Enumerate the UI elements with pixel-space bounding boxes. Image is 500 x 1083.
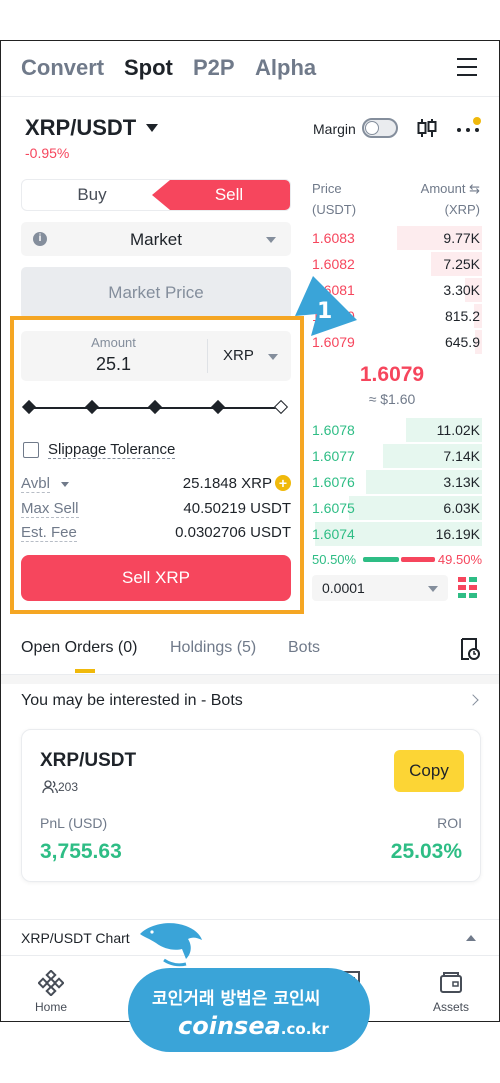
pnl-value: 3,755.63 — [40, 840, 122, 863]
nav-assets[interactable]: Assets — [421, 970, 481, 1014]
users-icon — [42, 780, 58, 794]
buy-sell-ratio: 50.50% 49.50% — [312, 551, 482, 567]
bid-amount: 16.19K — [435, 526, 480, 542]
step-callout-arrow: 1 — [295, 276, 357, 336]
bid-amount: 6.03K — [443, 500, 480, 516]
market-price-field: Market Price — [21, 267, 291, 319]
bid-amount: 7.14K — [443, 448, 480, 464]
pnl-label: PnL (USD) — [40, 815, 108, 831]
ask-amount: 7.25K — [443, 256, 480, 272]
active-tab-indicator — [75, 669, 95, 673]
amount-header[interactable]: Amount ⇆ — [421, 181, 480, 197]
bid-price: 1.6077 — [312, 448, 355, 464]
bid-row[interactable]: 1.6075 6.03K — [312, 495, 482, 521]
orders-tabs: Open Orders (0) Holdings (5) Bots — [1, 629, 499, 675]
nav-home[interactable]: Home — [21, 970, 81, 1014]
caret-down-icon — [266, 237, 276, 243]
chart-label: XRP/USDT Chart — [21, 930, 130, 946]
notification-badge — [473, 117, 481, 125]
bid-row[interactable]: 1.6077 7.14K — [312, 443, 482, 469]
depth-step-select[interactable]: 0.0001 — [312, 575, 448, 601]
tab-spot[interactable]: Spot — [124, 55, 173, 81]
buy-ratio: 50.50% — [312, 552, 357, 567]
bid-amount: 11.02K — [436, 422, 480, 438]
ask-amount: 3.30K — [443, 282, 480, 298]
last-price-usd: ≈ $1.60 — [368, 391, 416, 407]
ask-price: 1.6083 — [312, 230, 355, 246]
buy-tab[interactable]: Buy — [22, 180, 162, 210]
watermark-line2: coinsea.co.kr — [178, 1012, 329, 1040]
price-header: Price — [312, 181, 342, 196]
ask-row[interactable]: 1.6083 9.77K — [312, 225, 482, 251]
chevron-right-icon[interactable] — [467, 694, 479, 706]
tab-p2p[interactable]: P2P — [193, 55, 235, 81]
roi-label: ROI — [437, 815, 462, 831]
highlight-box — [10, 316, 304, 614]
margin-label: Margin — [313, 121, 356, 137]
sell-tab[interactable]: Sell — [152, 180, 290, 210]
margin-toggle[interactable] — [362, 118, 398, 138]
section-separator — [1, 675, 499, 684]
wallet-icon — [440, 972, 462, 993]
price-change: -0.95% — [25, 145, 70, 161]
home-icon — [38, 970, 64, 996]
bid-price: 1.6076 — [312, 474, 355, 490]
caret-down-icon[interactable] — [146, 124, 158, 132]
ask-price: 1.6082 — [312, 256, 355, 272]
tab-bots[interactable]: Bots — [288, 639, 320, 657]
buy-ratio-bar — [363, 557, 399, 562]
order-type-select[interactable]: i Market — [21, 222, 291, 256]
tab-open-orders[interactable]: Open Orders (0) — [21, 639, 137, 657]
bid-row[interactable]: 1.6078 11.02K — [312, 417, 482, 443]
more-options-icon[interactable] — [457, 117, 483, 141]
order-type-value: Market — [130, 230, 182, 249]
toggle-knob — [365, 121, 379, 135]
dolphin-logo-icon — [140, 923, 202, 967]
pair-title[interactable]: XRP/USDT — [25, 115, 136, 141]
app-frame: Convert Spot P2P Alpha XRP/USDT -0.95% M… — [0, 40, 500, 1022]
amount-unit: (XRP) — [444, 202, 480, 217]
candlestick-icon[interactable] — [416, 117, 438, 139]
top-nav: Convert Spot P2P Alpha — [1, 41, 499, 97]
chart-toggle-bar[interactable]: XRP/USDT Chart — [1, 919, 499, 955]
roi-value: 25.03% — [390, 840, 462, 863]
users-count: 203 — [58, 780, 79, 794]
bid-amount: 3.13K — [443, 474, 480, 490]
bid-price: 1.6075 — [312, 500, 355, 516]
tab-convert[interactable]: Convert — [21, 55, 104, 81]
hamburger-menu-icon[interactable] — [457, 58, 477, 76]
ask-amount: 645.9 — [444, 334, 480, 350]
nav-label-home: Home — [34, 1000, 67, 1014]
buy-sell-switch: Buy Sell — [21, 179, 291, 211]
caret-down-icon — [428, 586, 438, 592]
orderbook-layout-icon[interactable] — [458, 577, 478, 599]
bid-price: 1.6078 — [312, 422, 355, 438]
bot-card[interactable]: XRP/USDT 203 Copy PnL (USD) 3,755.63 ROI… — [21, 729, 481, 882]
depth-step-value: 0.0001 — [322, 580, 365, 596]
order-history-icon[interactable] — [458, 637, 480, 661]
watermark-line1: 코인거래 방법은 코인씨 — [152, 989, 321, 1009]
caret-up-icon[interactable] — [466, 935, 476, 941]
ask-amount: 815.2 — [444, 308, 480, 324]
last-price[interactable]: 1.6079 — [312, 363, 472, 387]
sell-ratio: 49.50% — [437, 552, 482, 567]
copy-button[interactable]: Copy — [394, 750, 464, 792]
sell-ratio-bar — [401, 557, 435, 562]
nav-label-assets: Assets — [432, 1000, 469, 1014]
tab-alpha[interactable]: Alpha — [255, 55, 316, 81]
interest-title[interactable]: You may be interested in - Bots — [21, 692, 243, 710]
bot-pair: XRP/USDT — [40, 750, 137, 771]
bid-row[interactable]: 1.6076 3.13K — [312, 469, 482, 495]
bid-row[interactable]: 1.6074 16.19K — [312, 521, 482, 547]
callout-number: 1 — [317, 299, 332, 324]
tab-holdings[interactable]: Holdings (5) — [170, 639, 256, 657]
ask-amount: 9.77K — [443, 230, 480, 246]
price-unit: (USDT) — [312, 202, 357, 217]
bid-price: 1.6074 — [312, 526, 355, 542]
